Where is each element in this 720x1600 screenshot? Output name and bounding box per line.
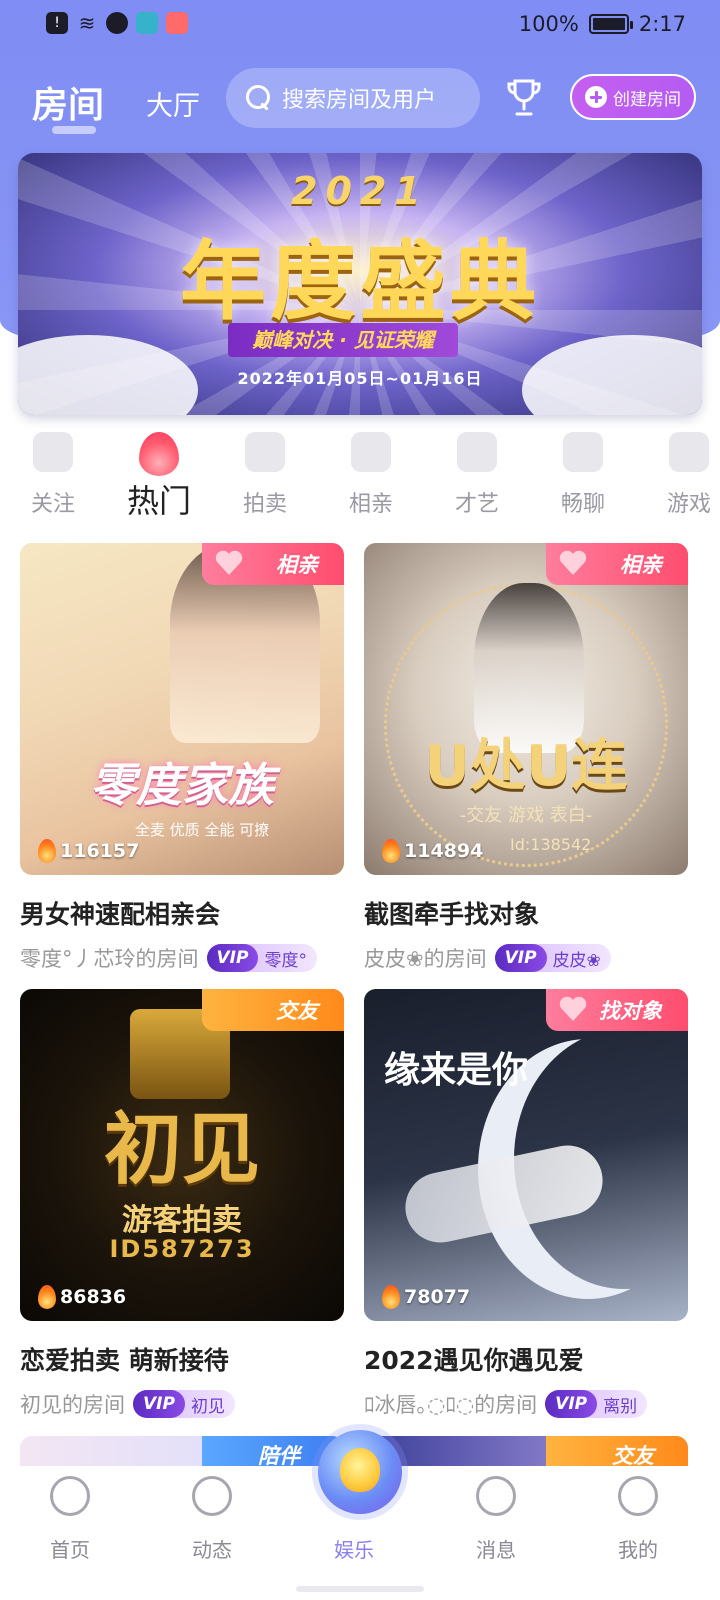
room-cover: 交友 初见 游客拍卖 ID587273 86836 bbox=[20, 989, 344, 1321]
tab-rooms-indicator bbox=[52, 126, 96, 134]
flame-icon bbox=[38, 1285, 56, 1309]
room-title: 恋爱拍卖 萌新接待 bbox=[20, 1346, 229, 1375]
category-auction[interactable]: 拍卖 bbox=[220, 424, 310, 518]
flame-icon bbox=[382, 1285, 400, 1309]
alert-icon: ! bbox=[46, 12, 68, 34]
cover-subtitle: 游客拍卖 bbox=[122, 1203, 242, 1238]
cover-subtitle: 全麦 优质 全能 可撩 bbox=[134, 821, 270, 839]
hammer-icon bbox=[245, 432, 285, 472]
cover-room-id: Id:138542 bbox=[510, 835, 592, 854]
create-room-label: 创建房间 bbox=[613, 89, 681, 110]
home-indicator bbox=[296, 1586, 424, 1592]
tab-rooms[interactable]: 房间 bbox=[32, 76, 104, 128]
room-cover: 找对象 缘来是你 78077 bbox=[364, 989, 688, 1321]
room-tag: 交友 bbox=[202, 989, 344, 1031]
category-dating[interactable]: 相亲 bbox=[326, 424, 416, 518]
room-cover: 相亲 U处U连 -交友 游戏 表白- Id:138542 114894 bbox=[364, 543, 688, 875]
room-title: 男女神速配相亲会 bbox=[20, 900, 221, 929]
clock: 2:17 bbox=[638, 12, 686, 36]
category-games[interactable]: 游戏 bbox=[644, 424, 720, 518]
vip-badge: VIP 零度° bbox=[206, 944, 317, 972]
nav-messages[interactable]: 消息 bbox=[436, 1476, 556, 1563]
room-title: 截图牵手找对象 bbox=[364, 900, 540, 929]
room-title: 2022遇见你遇见爱 bbox=[364, 1346, 584, 1375]
heat-count: 78077 bbox=[382, 1285, 470, 1309]
create-room-button[interactable]: 创建房间 bbox=[570, 74, 696, 120]
search-placeholder: 搜索房间及用户 bbox=[282, 88, 437, 113]
cover-room-id: ID587273 bbox=[109, 1235, 255, 1263]
battery-percent: 100% bbox=[518, 12, 579, 36]
event-banner[interactable]: 2021 年度盛典 巅峰对决 · 见证荣耀 2022年01月05日~01月16日 bbox=[18, 153, 702, 415]
chat-icon bbox=[563, 432, 603, 472]
tab-hall[interactable]: 大厅 bbox=[146, 84, 200, 123]
gamepad-icon bbox=[669, 432, 709, 472]
room-owner: ﾛ冰唇｡◌ﾛ◌的房间 bbox=[364, 1393, 538, 1417]
entertainment-orb-icon[interactable] bbox=[318, 1430, 402, 1514]
room-card-peek[interactable]: 陪伴 bbox=[20, 1436, 344, 1466]
cover-title: 缘来是你 bbox=[384, 1050, 529, 1091]
banner-title: 年度盛典 bbox=[180, 232, 540, 332]
room-cover: 相亲 零度家族 全麦 优质 全能 可撩 116157 bbox=[20, 543, 344, 875]
room-owner: 初见的房间 bbox=[20, 1393, 125, 1417]
room-owner: 皮皮❀的房间 bbox=[364, 947, 487, 971]
heart-icon bbox=[33, 432, 73, 472]
banner-dates: 2022年01月05日~01月16日 bbox=[237, 369, 483, 388]
category-chat[interactable]: 畅聊 bbox=[538, 424, 628, 518]
category-talent[interactable]: 才艺 bbox=[432, 424, 522, 518]
category-follow[interactable]: 关注 bbox=[8, 424, 98, 518]
wifi-icon: ≋ bbox=[78, 11, 96, 35]
banner-slogan: 巅峰对决 · 见证荣耀 bbox=[228, 323, 458, 357]
shopping-app-icon bbox=[166, 12, 188, 34]
message-icon bbox=[476, 1476, 516, 1516]
vip-badge: VIP 初见 bbox=[133, 1390, 235, 1418]
trophy-icon[interactable] bbox=[506, 78, 542, 118]
room-owner: 零度°丿芯玲的房间 bbox=[20, 947, 199, 971]
room-tag: 交友 bbox=[546, 1436, 688, 1466]
search-input[interactable]: 搜索房间及用户 bbox=[226, 68, 480, 128]
battery-icon bbox=[588, 14, 633, 34]
vip-badge: VIP 离别 bbox=[545, 1390, 648, 1418]
book-app-icon bbox=[136, 12, 158, 34]
nav-moments[interactable]: 动态 bbox=[152, 1476, 272, 1563]
room-tag: 相亲 bbox=[202, 543, 344, 585]
nav-profile[interactable]: 我的 bbox=[578, 1476, 698, 1563]
heart-icon bbox=[559, 550, 587, 575]
search-icon bbox=[246, 85, 272, 111]
flame-icon bbox=[38, 839, 56, 863]
cover-title: 零度家族 bbox=[90, 758, 274, 812]
heart-icon bbox=[215, 550, 243, 575]
category-hot[interactable]: 热门 bbox=[114, 424, 204, 522]
nav-home[interactable]: 首页 bbox=[10, 1476, 130, 1563]
room-card-peek[interactable]: 交友 bbox=[364, 1436, 688, 1466]
room-card[interactable]: 相亲 U处U连 -交友 游戏 表白- Id:138542 114894 截图牵手… bbox=[364, 543, 688, 973]
category-bar: 关注 热门 拍卖 相亲 才艺 畅聊 游戏 bbox=[0, 424, 720, 534]
couple-icon bbox=[351, 432, 391, 472]
banner-year: 2021 bbox=[291, 169, 429, 213]
heart-icon bbox=[559, 996, 587, 1021]
heat-count: 86836 bbox=[38, 1285, 126, 1309]
home-icon bbox=[50, 1476, 90, 1516]
globe-icon bbox=[106, 12, 128, 34]
room-card[interactable]: 找对象 缘来是你 78077 2022遇见你遇见爱 ﾛ冰唇｡◌ﾛ◌的房间 VIP… bbox=[364, 989, 688, 1419]
talent-icon bbox=[457, 432, 497, 472]
flame-icon bbox=[382, 839, 400, 863]
heat-count: 116157 bbox=[38, 839, 139, 863]
top-nav: 房间 大厅 搜索房间及用户 创建房间 bbox=[0, 64, 720, 134]
cover-title: 初见 bbox=[103, 1105, 260, 1195]
vip-badge: VIP 皮皮❀ bbox=[494, 944, 611, 972]
status-bar: ! ≋ 100% 2:17 bbox=[0, 0, 720, 50]
flame-icon bbox=[139, 432, 179, 476]
cover-title: U处U连 bbox=[424, 734, 628, 799]
room-card[interactable]: 相亲 零度家族 全麦 优质 全能 可撩 116157 男女神速配相亲会 零度°丿… bbox=[20, 543, 344, 973]
room-card[interactable]: 交友 初见 游客拍卖 ID587273 86836 恋爱拍卖 萌新接待 初见的房… bbox=[20, 989, 344, 1419]
plus-icon bbox=[585, 86, 607, 108]
planet-icon bbox=[192, 1476, 232, 1516]
profile-icon bbox=[618, 1476, 658, 1516]
room-tag: 找对象 bbox=[546, 989, 688, 1031]
cover-subtitle: -交友 游戏 表白- bbox=[459, 805, 593, 826]
heat-count: 114894 bbox=[382, 839, 483, 863]
room-tag: 相亲 bbox=[546, 543, 688, 585]
